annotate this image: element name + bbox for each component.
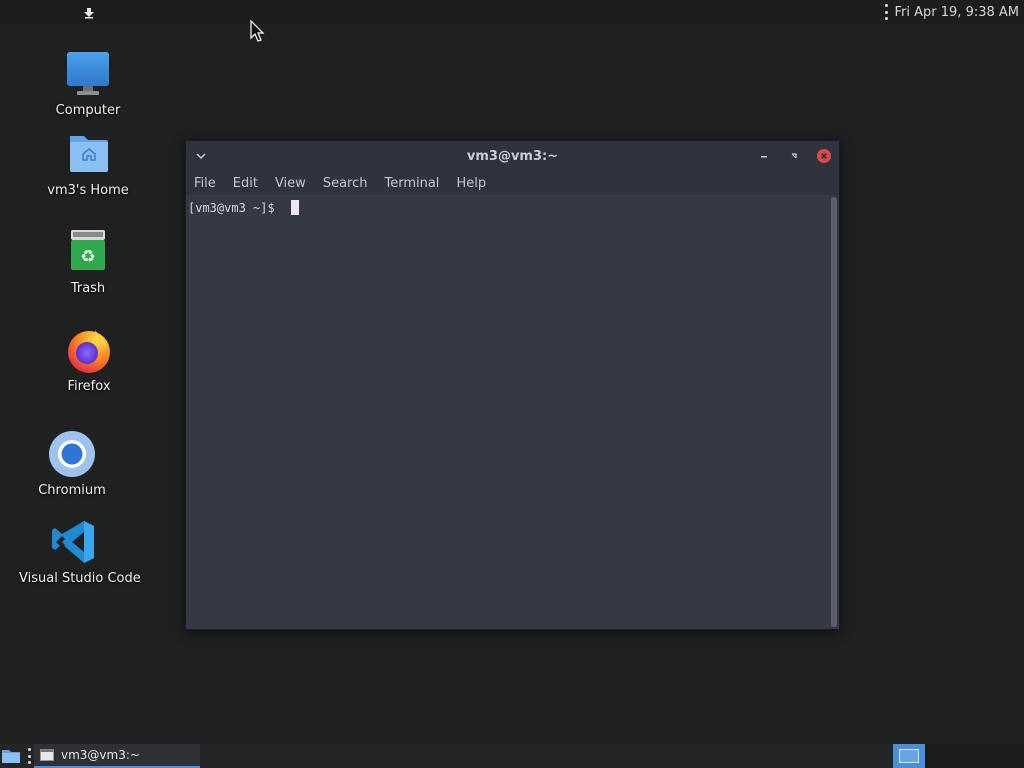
trash-icon: ♻ — [64, 228, 112, 276]
show-desktop-button[interactable] — [0, 744, 22, 768]
window-titlebar[interactable]: vm3@vm3:~ — [186, 141, 839, 171]
download-arrow-icon[interactable] — [82, 6, 95, 19]
desktop-icon-label: Trash — [70, 281, 106, 296]
chromium-icon — [48, 430, 96, 478]
vscode-icon — [50, 518, 98, 566]
menu-bar: File Edit View Search Terminal Help — [186, 171, 839, 195]
mouse-pointer-icon — [250, 19, 266, 48]
menu-search[interactable]: Search — [323, 176, 368, 191]
panel-menu-icon[interactable] — [885, 4, 889, 20]
top-panel: Fri Apr 19, 9:38 AM — [0, 0, 1024, 24]
window-title: vm3@vm3:~ — [466, 149, 559, 164]
shell-prompt: [vm3@vm3 ~]$ — [188, 201, 282, 215]
taskbar-handle-icon[interactable] — [27, 748, 31, 764]
desktop-icon-label: Computer — [55, 103, 121, 118]
svg-text:♻: ♻ — [80, 247, 95, 267]
desktop-icon-vscode[interactable]: Visual Studio Code — [19, 518, 141, 586]
desktop-icon-chromium[interactable]: Chromium — [17, 430, 127, 498]
bottom-panel: vm3@vm3:~ — [0, 744, 1024, 768]
desktop-icon-trash[interactable]: ♻ Trash — [33, 228, 143, 296]
text-cursor — [291, 200, 299, 215]
taskbar-item-label: vm3@vm3:~ — [61, 748, 140, 762]
desktop-icon-home[interactable]: vm3's Home — [33, 130, 143, 198]
menu-view[interactable]: View — [275, 176, 306, 191]
show-desktop-icon — [2, 750, 20, 763]
firefox-icon — [65, 326, 113, 374]
menu-file[interactable]: File — [194, 176, 216, 191]
close-button[interactable] — [817, 149, 831, 163]
menu-terminal[interactable]: Terminal — [384, 176, 439, 191]
desktop-icon-firefox[interactable]: Firefox — [34, 326, 144, 394]
workspace-2-button[interactable] — [925, 744, 1024, 768]
desktop-icon-label: Visual Studio Code — [19, 571, 141, 586]
workspace-1-button[interactable] — [893, 744, 925, 768]
scrollbar-thumb[interactable] — [831, 197, 837, 627]
desktop-icon-label: Chromium — [38, 483, 106, 498]
terminal-window[interactable]: vm3@vm3:~ File Edit View Search Terminal… — [185, 140, 840, 630]
terminal-app-icon — [40, 749, 54, 761]
home-folder-icon — [64, 130, 112, 178]
terminal-output[interactable]: [vm3@vm3 ~]$ — [186, 195, 829, 629]
menu-edit[interactable]: Edit — [233, 176, 258, 191]
maximize-button[interactable] — [787, 149, 801, 163]
clock[interactable]: Fri Apr 19, 9:38 AM — [895, 5, 1019, 20]
desktop-icon-label: vm3's Home — [47, 183, 129, 198]
menu-help[interactable]: Help — [456, 176, 486, 191]
taskbar-item-terminal[interactable]: vm3@vm3:~ — [34, 744, 200, 768]
desktop-icon-label: Firefox — [67, 379, 111, 394]
scrollbar[interactable] — [831, 197, 837, 627]
desktop-icon-computer[interactable]: Computer — [33, 50, 143, 118]
computer-icon — [64, 50, 112, 98]
minimize-button[interactable] — [757, 149, 771, 163]
